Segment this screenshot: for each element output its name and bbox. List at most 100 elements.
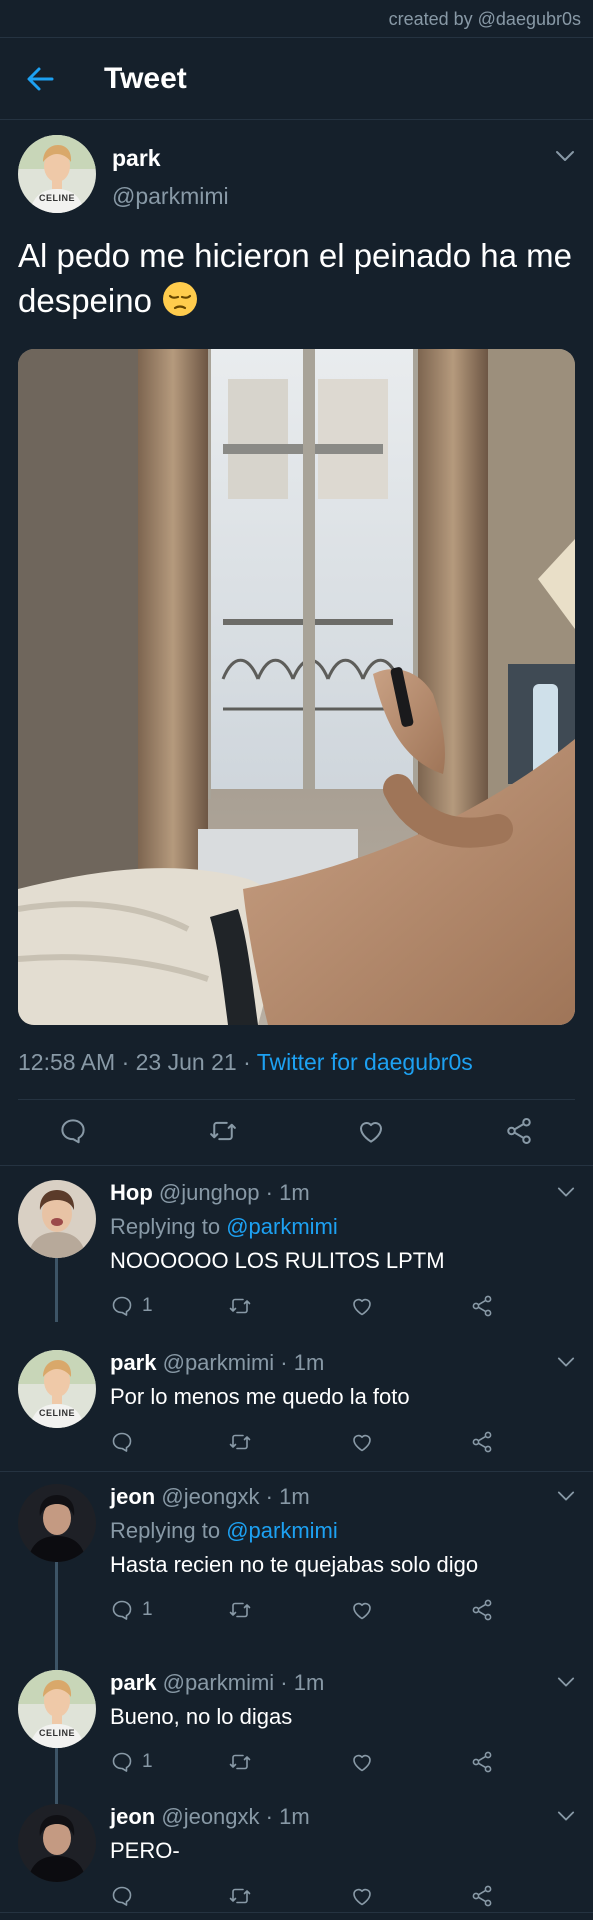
author-name[interactable]: Hop bbox=[110, 1180, 153, 1205]
author-name[interactable]: park bbox=[110, 1350, 156, 1375]
avatar[interactable] bbox=[18, 1180, 96, 1258]
main-tweet: CELINE park @parkmimi Al pedo me hiciero… bbox=[0, 121, 593, 1166]
share-button[interactable] bbox=[470, 1596, 494, 1624]
tweet-text-content: Al pedo me hicieron el peinado ha me des… bbox=[18, 237, 573, 319]
reply-tweet[interactable]: jeon @jeongxk · 1m Replying to @parkmimi… bbox=[0, 1470, 593, 1656]
like-button[interactable] bbox=[350, 1596, 374, 1624]
like-button[interactable] bbox=[350, 1748, 374, 1776]
retweet-icon bbox=[228, 1294, 252, 1318]
reply-button[interactable] bbox=[110, 1428, 134, 1456]
retweet-button[interactable] bbox=[228, 1292, 252, 1320]
avatar[interactable]: CELINE bbox=[18, 1670, 96, 1748]
chevron-down-icon[interactable] bbox=[555, 149, 575, 163]
avatar[interactable]: CELINE bbox=[18, 135, 96, 213]
like-icon bbox=[350, 1598, 374, 1622]
retweet-icon bbox=[228, 1884, 252, 1908]
reply-button[interactable] bbox=[110, 1882, 134, 1910]
like-icon[interactable] bbox=[356, 1116, 386, 1146]
tweet-meta: 12:58 AM · 23 Jun 21 · Twitter for daegu… bbox=[18, 1049, 473, 1076]
like-button[interactable] bbox=[350, 1428, 374, 1456]
avatar-shirt-text: CELINE bbox=[38, 193, 75, 203]
reply-icon bbox=[110, 1884, 134, 1908]
watermark-text: created by @daegubr0s bbox=[388, 9, 581, 29]
chevron-down-icon[interactable] bbox=[557, 1490, 575, 1502]
author-handle[interactable]: @jeongxk bbox=[161, 1804, 259, 1829]
tweet-text: Al pedo me hicieron el peinado ha me des… bbox=[18, 233, 578, 323]
like-icon bbox=[350, 1430, 374, 1454]
share-icon[interactable] bbox=[504, 1116, 534, 1146]
back-arrow-icon[interactable] bbox=[22, 62, 58, 96]
reply-count: 1 bbox=[142, 1751, 153, 1772]
like-button[interactable] bbox=[350, 1292, 374, 1320]
avatar[interactable]: CELINE bbox=[18, 1350, 96, 1428]
avatar[interactable] bbox=[18, 1804, 96, 1882]
tweet-source-link[interactable]: Twitter for daegubr0s bbox=[257, 1049, 473, 1075]
separator: · bbox=[265, 1484, 280, 1509]
top-bar: Tweet bbox=[0, 38, 593, 120]
page-title: Tweet bbox=[104, 62, 187, 95]
divider bbox=[0, 1912, 593, 1913]
reply-icon bbox=[110, 1598, 134, 1622]
share-icon bbox=[470, 1598, 494, 1622]
retweet-button[interactable] bbox=[228, 1748, 252, 1776]
replying-to: Replying to @parkmimi bbox=[110, 1214, 338, 1240]
author-name[interactable]: park bbox=[110, 1670, 156, 1695]
reply-tweet[interactable]: jeon @jeongxk · 1m PERO- bbox=[0, 1790, 593, 1920]
reply-count: 1 bbox=[142, 1295, 153, 1316]
tweet-time: 12:58 AM bbox=[18, 1049, 116, 1075]
mention-link[interactable]: @parkmimi bbox=[226, 1214, 338, 1239]
share-button[interactable] bbox=[470, 1292, 494, 1320]
author-handle[interactable]: @parkmimi bbox=[112, 183, 229, 210]
reply-time: 1m bbox=[293, 1350, 325, 1375]
reply-actions: 1 bbox=[110, 1748, 510, 1778]
meta-separator: · bbox=[121, 1049, 136, 1075]
chevron-down-icon[interactable] bbox=[557, 1356, 575, 1368]
watermark-bar: created by @daegubr0s bbox=[0, 0, 593, 38]
thread-line bbox=[55, 1258, 58, 1322]
like-button[interactable] bbox=[350, 1882, 374, 1910]
separator: · bbox=[280, 1670, 294, 1695]
reply-tweet[interactable]: CELINE park @parkmimi · 1m Bueno, no lo … bbox=[0, 1656, 593, 1790]
reply-button[interactable]: 1 bbox=[110, 1596, 153, 1624]
author-name[interactable]: park bbox=[112, 145, 161, 172]
thread-line bbox=[55, 1656, 58, 1670]
thread-line bbox=[55, 1790, 58, 1804]
avatar-shirt-text: CELINE bbox=[38, 1408, 75, 1418]
reply-actions: 1 bbox=[110, 1292, 510, 1322]
avatar[interactable] bbox=[18, 1484, 96, 1562]
share-icon bbox=[470, 1294, 494, 1318]
pensive-face-emoji bbox=[163, 282, 198, 316]
reply-actions bbox=[110, 1428, 510, 1458]
author-handle[interactable]: @junghop bbox=[159, 1180, 260, 1205]
author-name[interactable]: jeon bbox=[110, 1804, 155, 1829]
retweet-icon bbox=[228, 1598, 252, 1622]
retweet-button[interactable] bbox=[228, 1596, 252, 1624]
divider bbox=[18, 1099, 575, 1100]
mention-link[interactable]: @parkmimi bbox=[226, 1518, 338, 1543]
retweet-button[interactable] bbox=[228, 1428, 252, 1456]
chevron-down-icon[interactable] bbox=[557, 1810, 575, 1822]
reply-icon[interactable] bbox=[58, 1116, 88, 1146]
chevron-down-icon[interactable] bbox=[557, 1186, 575, 1198]
retweet-button[interactable] bbox=[228, 1882, 252, 1910]
share-button[interactable] bbox=[470, 1882, 494, 1910]
reply-time: 1m bbox=[279, 1180, 310, 1205]
chevron-down-icon[interactable] bbox=[557, 1676, 575, 1688]
share-button[interactable] bbox=[470, 1428, 494, 1456]
reply-tweet[interactable]: Hop @junghop · 1m Replying to @parkmimi … bbox=[0, 1166, 593, 1322]
reply-button[interactable]: 1 bbox=[110, 1748, 153, 1776]
author-name[interactable]: jeon bbox=[110, 1484, 155, 1509]
like-icon bbox=[350, 1884, 374, 1908]
reply-text: Por lo menos me quedo la foto bbox=[110, 1384, 410, 1409]
reply-tweet[interactable]: CELINE park @parkmimi · 1m Por lo menos … bbox=[0, 1336, 593, 1470]
share-button[interactable] bbox=[470, 1748, 494, 1776]
author-handle[interactable]: @parkmimi bbox=[163, 1350, 275, 1375]
author-handle[interactable]: @jeongxk bbox=[161, 1484, 259, 1509]
reply-header: Hop @junghop · 1m bbox=[110, 1180, 310, 1206]
tweet-photo[interactable] bbox=[18, 349, 575, 1025]
retweet-icon[interactable] bbox=[208, 1116, 238, 1146]
separator: · bbox=[265, 1180, 280, 1205]
author-handle[interactable]: @parkmimi bbox=[163, 1670, 275, 1695]
reply-button[interactable]: 1 bbox=[110, 1292, 153, 1320]
reply-text: NOOOOOO LOS RULITOS LPTM bbox=[110, 1248, 445, 1273]
